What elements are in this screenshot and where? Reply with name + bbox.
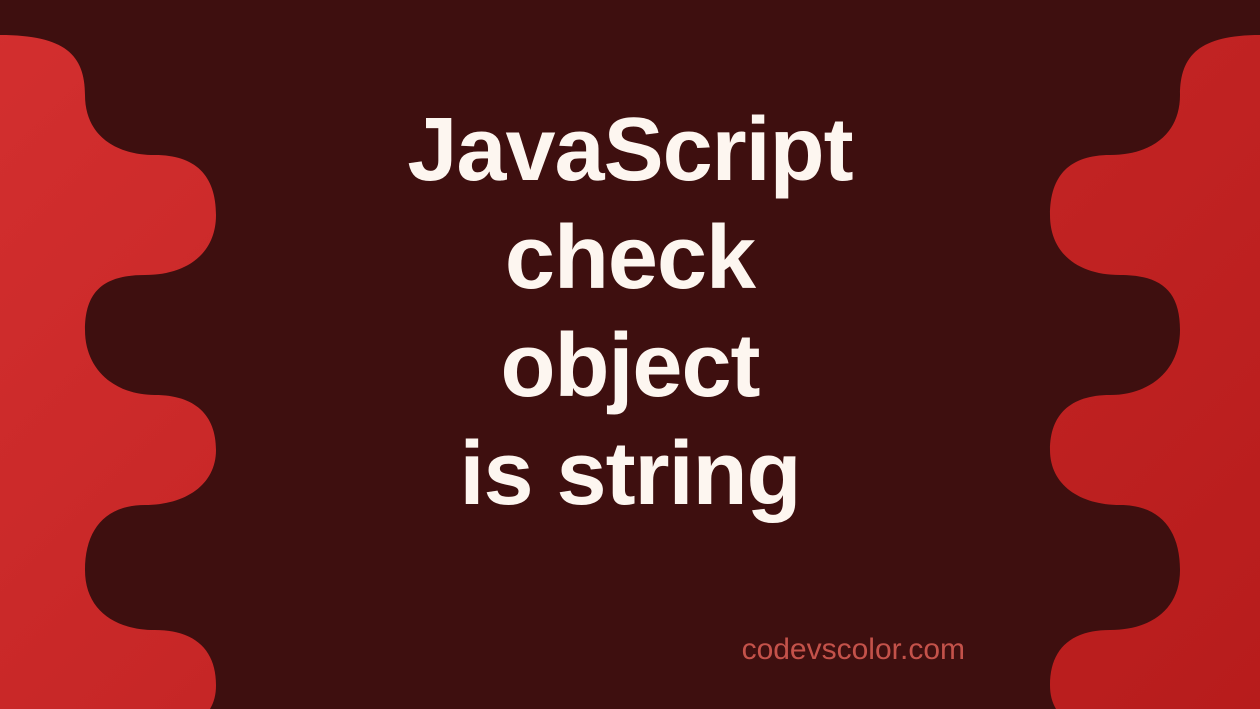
title-line-2: check (407, 203, 852, 311)
title-line-1: JavaScript (407, 95, 852, 203)
title-line-4: is string (407, 419, 852, 527)
watermark-text: codevscolor.com (742, 633, 965, 667)
title-container: JavaScript check object is string (407, 95, 852, 527)
banner-canvas: JavaScript check object is string codevs… (0, 0, 1260, 709)
title-line-3: object (407, 311, 852, 419)
title-text: JavaScript check object is string (407, 95, 852, 527)
